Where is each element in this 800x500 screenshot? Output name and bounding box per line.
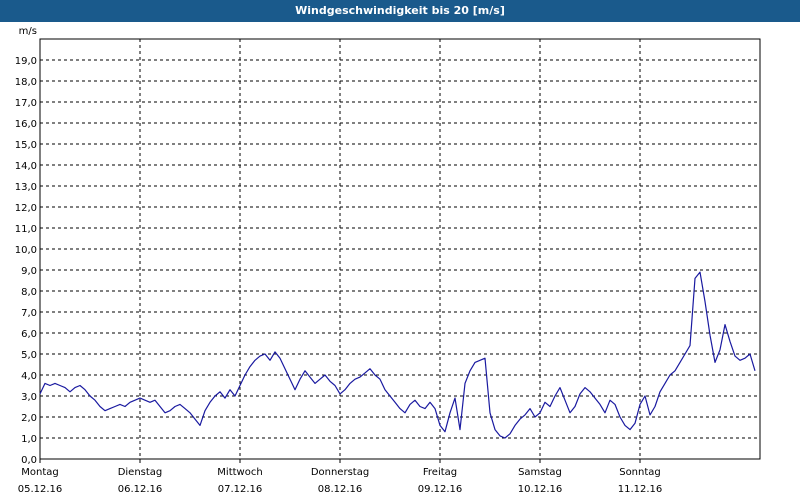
x-tick-day: Mittwoch <box>217 467 262 478</box>
y-tick-label: 2,0 <box>21 413 37 424</box>
y-tick-label: 5,0 <box>21 350 37 361</box>
y-tick-label: 11,0 <box>15 224 37 235</box>
x-tick-date: 11.12.16 <box>618 484 663 495</box>
series-line <box>39 271 756 439</box>
y-tick-label: 0,0 <box>21 455 37 466</box>
y-tick-label: 9,0 <box>21 266 37 277</box>
y-tick-label: 13,0 <box>15 182 37 193</box>
y-tick-label: 10,0 <box>15 245 37 256</box>
x-tick-date: 09.12.16 <box>418 484 463 495</box>
y-tick-label: 4,0 <box>21 371 37 382</box>
x-tick-day: Montag <box>21 467 58 478</box>
x-tick-day: Donnerstag <box>311 467 369 478</box>
y-tick-label: 7,0 <box>21 308 37 319</box>
x-tick-day: Freitag <box>423 467 457 478</box>
x-tick-date: 07.12.16 <box>218 484 263 495</box>
y-tick-label: 3,0 <box>21 392 37 403</box>
y-tick-label: 17,0 <box>15 98 37 109</box>
x-tick-day: Dienstag <box>118 467 163 478</box>
x-tick-day: Sonntag <box>619 467 661 478</box>
y-tick-label: 15,0 <box>15 140 37 151</box>
y-tick-label: 14,0 <box>15 161 37 172</box>
x-tick-date: 08.12.16 <box>318 484 363 495</box>
y-tick-label: 6,0 <box>21 329 37 340</box>
y-tick-label: 16,0 <box>15 119 37 130</box>
x-tick-date: 06.12.16 <box>118 484 163 495</box>
y-tick-label: 12,0 <box>15 203 37 214</box>
x-tick-date: 05.12.16 <box>18 484 63 495</box>
x-tick-date: 10.12.16 <box>518 484 563 495</box>
y-tick-label: 8,0 <box>21 287 37 298</box>
y-axis-label: m/s <box>19 26 37 37</box>
chart-title: Windgeschwindigkeit bis 20 [m/s] <box>0 0 800 22</box>
y-tick-label: 19,0 <box>15 56 37 67</box>
x-tick-day: Samstag <box>518 467 562 478</box>
y-tick-label: 1,0 <box>21 434 37 445</box>
y-tick-label: 18,0 <box>15 77 37 88</box>
wind-speed-chart: 0,0 1,0 2,0 3,0 4,0 5,0 6,0 7,0 8,0 9,0 10,0 11,0 12… <box>15 26 761 495</box>
